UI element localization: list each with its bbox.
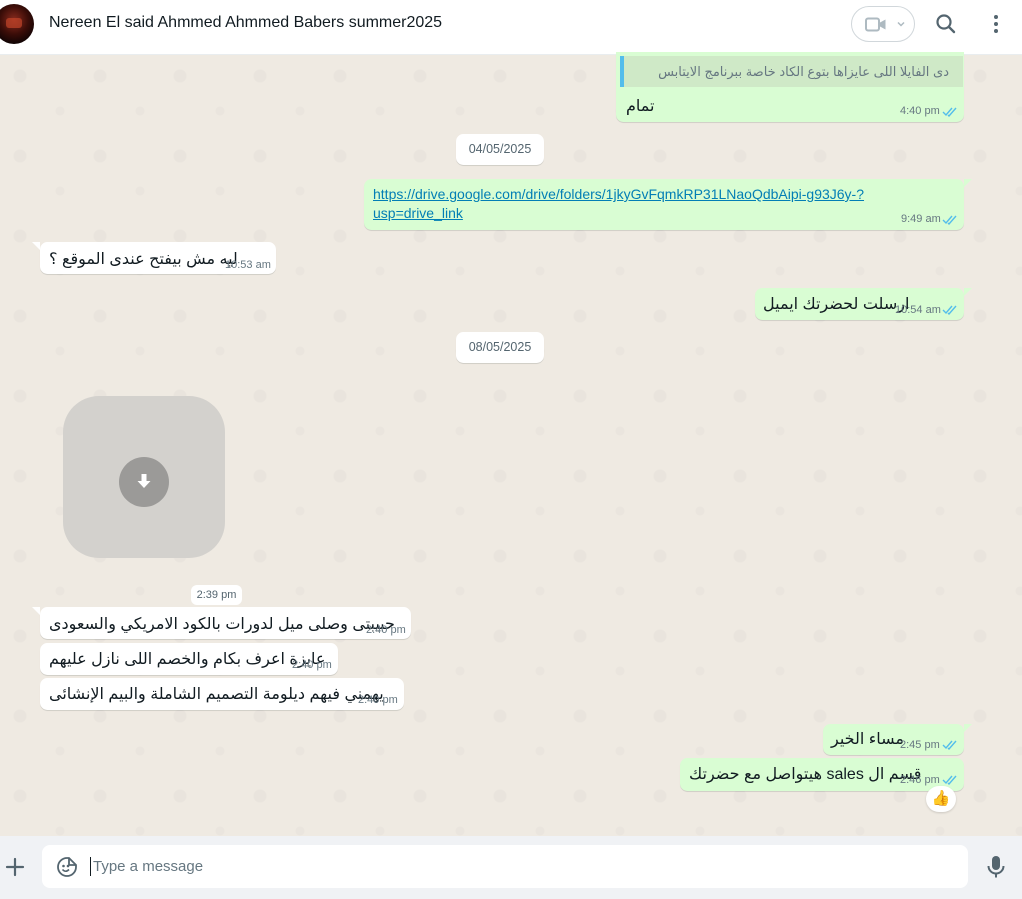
video-call-icon xyxy=(865,17,886,32)
video-call-button[interactable] xyxy=(851,6,915,42)
drive-link[interactable]: https://drive.google.com/drive/folders/1… xyxy=(373,185,864,204)
message-text: قسم ال sales هيتواصل مع حضرتك xyxy=(689,766,922,783)
message-time: 4:40 pm xyxy=(900,105,940,117)
message-time: 2:46 pm xyxy=(900,774,940,786)
mic-icon[interactable] xyxy=(986,855,1006,879)
download-button[interactable] xyxy=(119,457,169,507)
message-time: 10:53 am xyxy=(225,259,271,271)
media-attachment[interactable] xyxy=(63,396,225,558)
message-input-box[interactable] xyxy=(42,845,968,888)
message-text: عايزة اعرف بكام والخصم اللى نازل عليهم xyxy=(49,651,326,668)
emoji-icon[interactable] xyxy=(56,856,78,878)
drive-link-continued[interactable]: usp=drive_link xyxy=(373,204,463,223)
chevron-down-icon xyxy=(897,21,905,27)
quoted-message[interactable]: دى الفايلا اللى عايزاها بتوع الكاد خاصة … xyxy=(620,56,963,87)
message-text: تمام xyxy=(626,98,655,115)
menu-icon[interactable] xyxy=(984,12,1008,36)
message-text: حبيبتى وصلى ميل لدورات بالكود الامريكي و… xyxy=(49,616,395,633)
double-check-icon xyxy=(942,740,957,750)
message-time: 10:54 am xyxy=(895,304,941,316)
contact-name[interactable]: Nereen El said Ahmmed Ahmmed Babers summ… xyxy=(49,14,442,32)
download-icon xyxy=(137,474,151,488)
double-check-icon xyxy=(942,215,957,225)
message-text: يهمني فيهم ديلومة التصميم الشاملة والبيم… xyxy=(49,686,384,703)
media-time: 2:39 pm xyxy=(191,585,242,605)
quoted-message-text: دى الفايلا اللى عايزاها بتوع الكاد خاصة … xyxy=(658,64,949,79)
message-time: 9:49 am xyxy=(901,213,941,225)
double-check-icon xyxy=(942,775,957,785)
double-check-icon xyxy=(942,107,957,117)
message-time: 2:40 pm xyxy=(358,694,398,706)
composer-bar xyxy=(0,836,1022,899)
message-time: 2:45 pm xyxy=(900,739,940,751)
date-divider: 04/05/2025 xyxy=(456,134,544,165)
text-caret xyxy=(90,857,91,876)
message-text: مساء الخير xyxy=(831,731,904,748)
double-check-icon xyxy=(942,305,957,315)
message-input[interactable] xyxy=(93,845,953,888)
message-time: 2:40 pm xyxy=(366,624,406,636)
message-time: 2:40 pm xyxy=(292,659,332,671)
plus-icon[interactable] xyxy=(3,855,27,879)
reaction-badge[interactable]: 👍 xyxy=(926,786,956,812)
search-icon[interactable] xyxy=(934,12,958,36)
contact-avatar[interactable] xyxy=(0,4,34,44)
message-text: ارسلت لحضرتك ايميل xyxy=(763,296,910,313)
date-divider: 08/05/2025 xyxy=(456,332,544,363)
message-text: ليه مش بيفتح عندى الموقع ؟ xyxy=(49,251,238,268)
chat-header: Nereen El said Ahmmed Ahmmed Babers summ… xyxy=(0,0,1022,55)
